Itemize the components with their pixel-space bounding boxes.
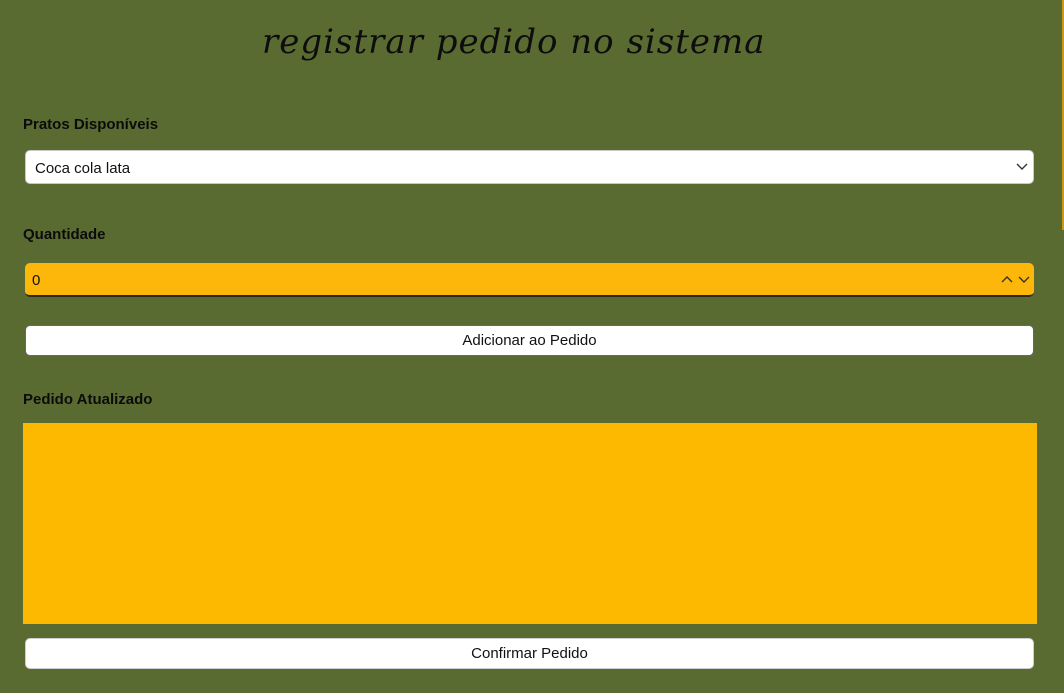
chevron-down-icon xyxy=(1016,163,1028,170)
chevron-down-icon[interactable] xyxy=(1017,272,1031,286)
pedido-textarea[interactable] xyxy=(23,423,1037,624)
add-to-order-button[interactable]: Adicionar ao Pedido xyxy=(25,325,1034,356)
chevron-up-icon[interactable] xyxy=(1000,272,1014,286)
quantidade-label: Quantidade xyxy=(23,226,106,243)
pratos-selected-value: Coca cola lata xyxy=(35,160,131,177)
pratos-select[interactable]: Coca cola lata xyxy=(25,150,1034,184)
quantidade-value: 0 xyxy=(32,272,41,289)
page-title: registrar pedido no sistema xyxy=(262,22,766,62)
pedido-label: Pedido Atualizado xyxy=(23,391,153,408)
confirm-order-button[interactable]: Confirmar Pedido xyxy=(25,638,1034,669)
pratos-label: Pratos Disponíveis xyxy=(23,116,159,133)
quantidade-input[interactable]: 0 xyxy=(25,263,1034,297)
order-page: registrar pedido no sistema Pratos Dispo… xyxy=(0,0,1064,693)
